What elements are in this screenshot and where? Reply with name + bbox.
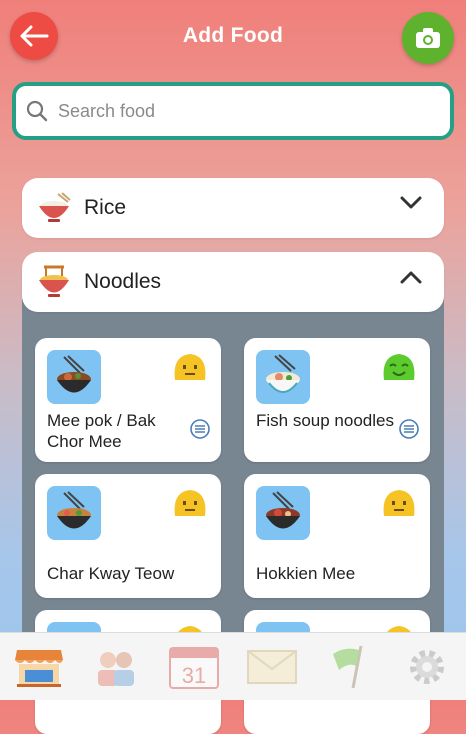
flag-icon <box>333 645 363 688</box>
camera-button[interactable] <box>402 12 454 64</box>
noodles-food-grid: Mee pok / Bak Chor Mee Fish soup noodles… <box>22 290 444 734</box>
chevron-down-icon[interactable] <box>400 196 422 210</box>
food-thumbnail <box>256 486 310 540</box>
green-smile-face-icon <box>383 354 415 380</box>
category-label: Noodles <box>84 270 162 293</box>
food-thumbnail <box>47 350 101 404</box>
search-icon <box>26 100 48 122</box>
category-rice[interactable]: Rice <box>22 178 444 238</box>
food-card[interactable]: Char Kway Teow <box>35 474 221 598</box>
camera-icon <box>416 28 440 48</box>
tab-goals[interactable] <box>319 639 379 695</box>
category-noodles[interactable]: Noodles <box>22 252 444 312</box>
rice-bowl-icon <box>34 188 74 228</box>
tab-calendar[interactable]: 31 <box>164 639 224 695</box>
tab-messages[interactable] <box>242 639 302 695</box>
food-card[interactable]: Mee pok / Bak Chor Mee <box>35 338 221 462</box>
food-name: Hokkien Mee <box>256 564 356 583</box>
search-input[interactable] <box>56 99 420 123</box>
calendar-icon: 31 <box>169 646 220 689</box>
people-icon <box>98 651 135 686</box>
bottom-tab-bar: 31 <box>0 632 466 700</box>
search-box[interactable] <box>12 82 454 140</box>
food-card[interactable]: Fish soup noodles <box>244 338 430 462</box>
list-info-icon[interactable] <box>189 418 211 440</box>
food-thumbnail <box>47 486 101 540</box>
food-name: Mee pok / Bak Chor Mee <box>47 411 156 451</box>
gear-icon <box>410 649 445 684</box>
category-label: Rice <box>84 196 127 219</box>
mail-icon <box>246 649 297 684</box>
yellow-neutral-face-icon <box>383 490 415 516</box>
page-title: Add Food <box>182 24 284 47</box>
food-name: Fish soup noodles <box>256 411 394 430</box>
store-icon <box>14 649 63 687</box>
food-name: Char Kway Teow <box>47 564 175 583</box>
noodle-bowl-icon <box>34 262 74 302</box>
header: Add Food <box>0 0 466 72</box>
tab-food-store[interactable] <box>9 639 69 695</box>
food-card[interactable]: Hokkien Mee <box>244 474 430 598</box>
tab-community[interactable] <box>86 639 146 695</box>
food-thumbnail <box>256 350 310 404</box>
yellow-neutral-face-icon <box>174 354 206 380</box>
yellow-neutral-face-icon <box>174 490 206 516</box>
chevron-up-icon[interactable] <box>400 270 422 284</box>
tab-settings[interactable] <box>397 639 457 695</box>
list-info-icon[interactable] <box>398 418 420 440</box>
calendar-day-label: 31 <box>182 663 206 688</box>
